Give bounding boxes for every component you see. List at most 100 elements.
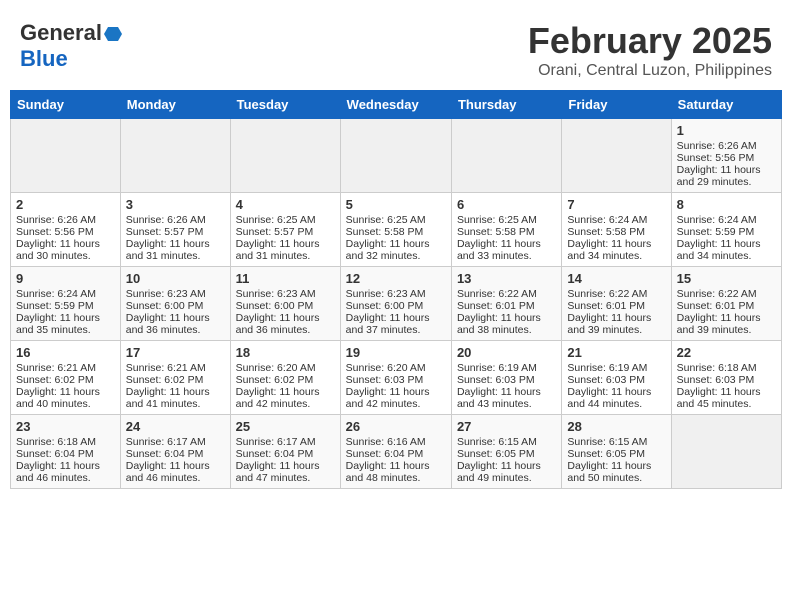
calendar-cell: 28Sunrise: 6:15 AMSunset: 6:05 PMDayligh… bbox=[562, 415, 671, 489]
day-info: Sunset: 6:04 PM bbox=[236, 448, 335, 460]
calendar-cell bbox=[340, 119, 451, 193]
day-info: Sunrise: 6:17 AM bbox=[236, 436, 335, 448]
day-info: Sunrise: 6:22 AM bbox=[567, 288, 665, 300]
day-info: Sunset: 5:58 PM bbox=[457, 226, 556, 238]
day-info: Sunrise: 6:19 AM bbox=[567, 362, 665, 374]
day-info: Sunrise: 6:26 AM bbox=[16, 214, 115, 226]
day-info: Sunrise: 6:26 AM bbox=[126, 214, 225, 226]
week-row-5: 23Sunrise: 6:18 AMSunset: 6:04 PMDayligh… bbox=[11, 415, 782, 489]
header-thursday: Thursday bbox=[451, 91, 561, 119]
day-info: Sunset: 6:01 PM bbox=[457, 300, 556, 312]
day-info: Daylight: 11 hours and 43 minutes. bbox=[457, 386, 556, 410]
day-info: Sunrise: 6:18 AM bbox=[677, 362, 776, 374]
calendar-cell: 1Sunrise: 6:26 AMSunset: 5:56 PMDaylight… bbox=[671, 119, 781, 193]
day-info: Sunset: 5:56 PM bbox=[16, 226, 115, 238]
calendar-cell: 21Sunrise: 6:19 AMSunset: 6:03 PMDayligh… bbox=[562, 341, 671, 415]
calendar-cell: 11Sunrise: 6:23 AMSunset: 6:00 PMDayligh… bbox=[230, 267, 340, 341]
header-monday: Monday bbox=[120, 91, 230, 119]
calendar-cell bbox=[671, 415, 781, 489]
day-number: 26 bbox=[346, 419, 446, 434]
calendar-cell: 9Sunrise: 6:24 AMSunset: 5:59 PMDaylight… bbox=[11, 267, 121, 341]
day-info: Sunset: 5:59 PM bbox=[16, 300, 115, 312]
day-info: Daylight: 11 hours and 42 minutes. bbox=[236, 386, 335, 410]
day-number: 8 bbox=[677, 197, 776, 212]
calendar-cell: 27Sunrise: 6:15 AMSunset: 6:05 PMDayligh… bbox=[451, 415, 561, 489]
day-info: Sunrise: 6:26 AM bbox=[677, 140, 776, 152]
day-info: Sunrise: 6:20 AM bbox=[236, 362, 335, 374]
calendar-cell bbox=[120, 119, 230, 193]
day-number: 4 bbox=[236, 197, 335, 212]
day-info: Sunset: 6:03 PM bbox=[457, 374, 556, 386]
calendar-header: SundayMondayTuesdayWednesdayThursdayFrid… bbox=[11, 91, 782, 119]
day-info: Sunrise: 6:25 AM bbox=[236, 214, 335, 226]
day-info: Sunrise: 6:23 AM bbox=[126, 288, 225, 300]
calendar-cell: 22Sunrise: 6:18 AMSunset: 6:03 PMDayligh… bbox=[671, 341, 781, 415]
day-info: Sunset: 6:02 PM bbox=[236, 374, 335, 386]
day-number: 21 bbox=[567, 345, 665, 360]
day-info: Daylight: 11 hours and 39 minutes. bbox=[677, 312, 776, 336]
calendar-cell bbox=[11, 119, 121, 193]
day-info: Sunset: 6:04 PM bbox=[126, 448, 225, 460]
calendar-cell: 23Sunrise: 6:18 AMSunset: 6:04 PMDayligh… bbox=[11, 415, 121, 489]
day-number: 25 bbox=[236, 419, 335, 434]
day-info: Sunset: 6:00 PM bbox=[236, 300, 335, 312]
calendar-cell: 26Sunrise: 6:16 AMSunset: 6:04 PMDayligh… bbox=[340, 415, 451, 489]
day-info: Sunset: 5:58 PM bbox=[346, 226, 446, 238]
day-info: Sunset: 6:03 PM bbox=[677, 374, 776, 386]
day-number: 13 bbox=[457, 271, 556, 286]
day-info: Sunset: 6:05 PM bbox=[457, 448, 556, 460]
calendar-cell: 3Sunrise: 6:26 AMSunset: 5:57 PMDaylight… bbox=[120, 193, 230, 267]
day-info: Daylight: 11 hours and 36 minutes. bbox=[126, 312, 225, 336]
day-info: Daylight: 11 hours and 38 minutes. bbox=[457, 312, 556, 336]
day-info: Daylight: 11 hours and 33 minutes. bbox=[457, 238, 556, 262]
day-info: Sunset: 6:00 PM bbox=[126, 300, 225, 312]
day-info: Daylight: 11 hours and 45 minutes. bbox=[677, 386, 776, 410]
calendar-body: 1Sunrise: 6:26 AMSunset: 5:56 PMDaylight… bbox=[11, 119, 782, 489]
day-number: 3 bbox=[126, 197, 225, 212]
page-header: General Blue February 2025 Orani, Centra… bbox=[10, 10, 782, 85]
calendar-cell: 10 Sunrise: 6:23 AMSunset: 6:00 PMDayligh… bbox=[120, 267, 230, 341]
day-number: 1 bbox=[677, 123, 776, 138]
day-info: Sunset: 5:59 PM bbox=[677, 226, 776, 238]
header-sunday: Sunday bbox=[11, 91, 121, 119]
day-info: Daylight: 11 hours and 49 minutes. bbox=[457, 460, 556, 484]
day-info: Daylight: 11 hours and 37 minutes. bbox=[346, 312, 446, 336]
calendar-table: SundayMondayTuesdayWednesdayThursdayFrid… bbox=[10, 90, 782, 489]
day-info: Daylight: 11 hours and 31 minutes. bbox=[236, 238, 335, 262]
day-info: Daylight: 11 hours and 46 minutes. bbox=[126, 460, 225, 484]
calendar-cell: 2Sunrise: 6:26 AMSunset: 5:56 PMDaylight… bbox=[11, 193, 121, 267]
day-info: Sunset: 6:01 PM bbox=[567, 300, 665, 312]
calendar-cell: 6Sunrise: 6:25 AMSunset: 5:58 PMDaylight… bbox=[451, 193, 561, 267]
calendar-cell: 25Sunrise: 6:17 AMSunset: 6:04 PMDayligh… bbox=[230, 415, 340, 489]
logo-general-text: General bbox=[20, 20, 102, 46]
day-number: 12 bbox=[346, 271, 446, 286]
day-info: Sunrise: 6:17 AM bbox=[126, 436, 225, 448]
calendar-cell: 5Sunrise: 6:25 AMSunset: 5:58 PMDaylight… bbox=[340, 193, 451, 267]
calendar-cell: 15Sunrise: 6:22 AMSunset: 6:01 PMDayligh… bbox=[671, 267, 781, 341]
location: Orani, Central Luzon, Philippines bbox=[528, 62, 772, 80]
day-info: Sunrise: 6:21 AM bbox=[126, 362, 225, 374]
day-info: Daylight: 11 hours and 41 minutes. bbox=[126, 386, 225, 410]
calendar-cell bbox=[230, 119, 340, 193]
calendar-cell bbox=[562, 119, 671, 193]
day-number: 2 bbox=[16, 197, 115, 212]
day-info: Sunrise: 6:24 AM bbox=[16, 288, 115, 300]
day-info: Sunset: 6:04 PM bbox=[346, 448, 446, 460]
day-number: 24 bbox=[126, 419, 225, 434]
day-number: 9 bbox=[16, 271, 115, 286]
day-info: Sunset: 6:02 PM bbox=[126, 374, 225, 386]
day-number: 18 bbox=[236, 345, 335, 360]
day-number: 14 bbox=[567, 271, 665, 286]
day-info: Sunset: 6:04 PM bbox=[16, 448, 115, 460]
header-saturday: Saturday bbox=[671, 91, 781, 119]
day-info: Sunrise: 6:25 AM bbox=[346, 214, 446, 226]
day-number: 10 bbox=[126, 271, 225, 286]
day-info: Daylight: 11 hours and 39 minutes. bbox=[567, 312, 665, 336]
header-row: SundayMondayTuesdayWednesdayThursdayFrid… bbox=[11, 91, 782, 119]
day-info: Daylight: 11 hours and 44 minutes. bbox=[567, 386, 665, 410]
week-row-4: 16Sunrise: 6:21 AMSunset: 6:02 PMDayligh… bbox=[11, 341, 782, 415]
day-info: Daylight: 11 hours and 42 minutes. bbox=[346, 386, 446, 410]
header-friday: Friday bbox=[562, 91, 671, 119]
day-info: Sunrise: 6:25 AM bbox=[457, 214, 556, 226]
calendar-cell: 7Sunrise: 6:24 AMSunset: 5:58 PMDaylight… bbox=[562, 193, 671, 267]
